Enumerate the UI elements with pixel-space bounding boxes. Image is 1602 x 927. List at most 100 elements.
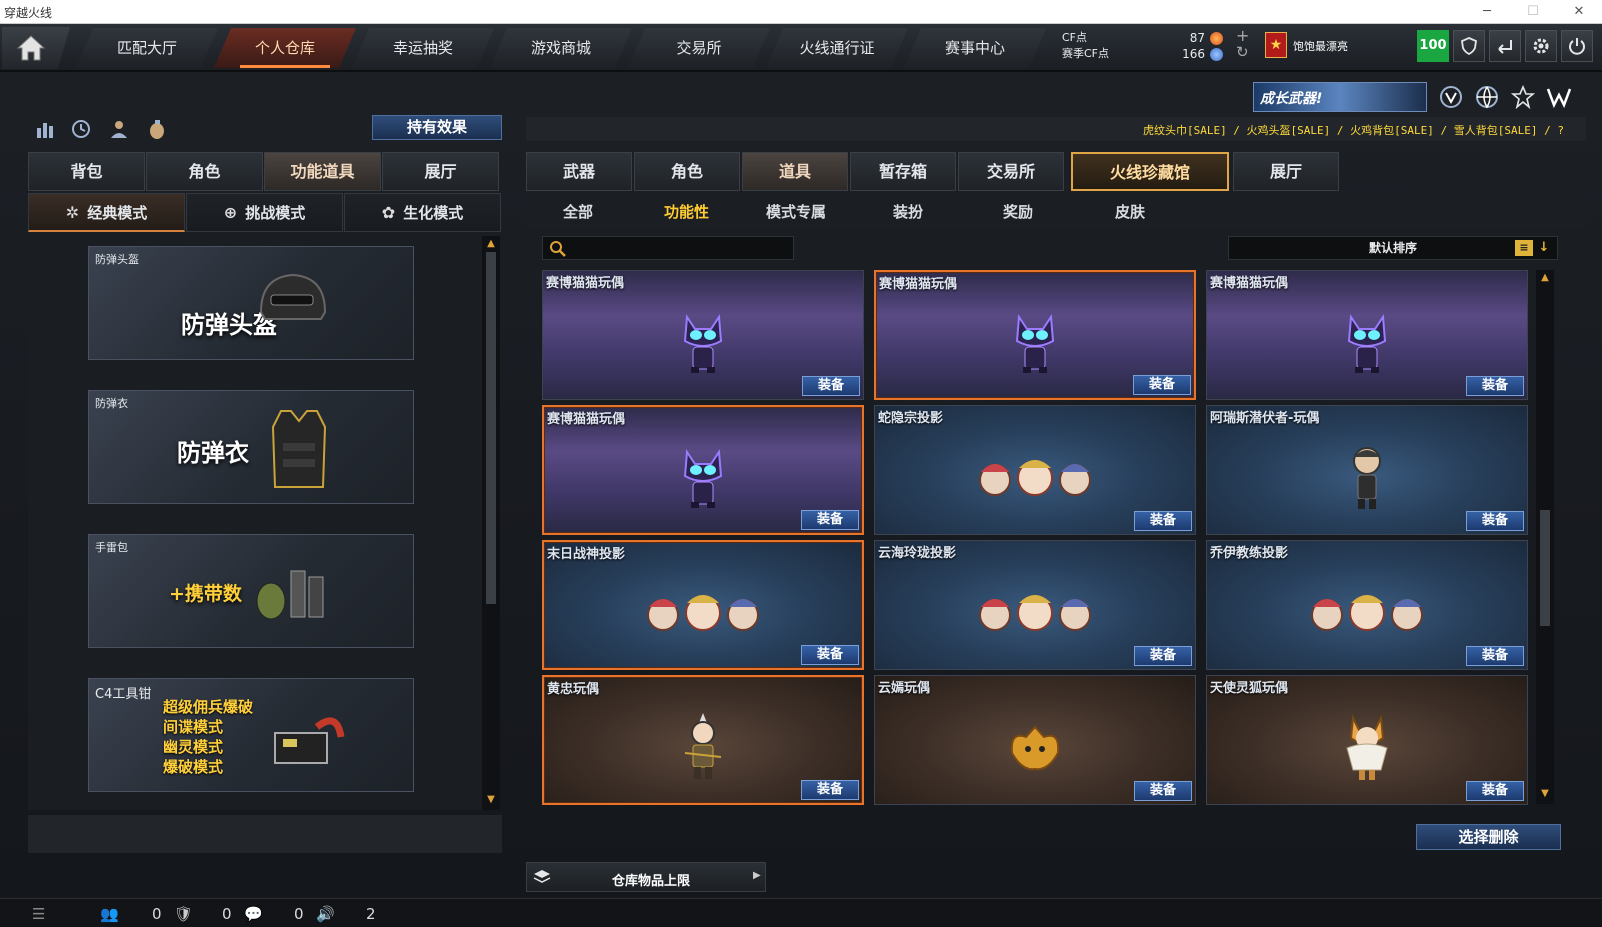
scroll-up-icon[interactable]: ▲ bbox=[1538, 272, 1552, 284]
badge-star-icon[interactable] bbox=[1510, 84, 1536, 110]
equip-button[interactable]: 装备 bbox=[1134, 511, 1192, 531]
settings-button[interactable] bbox=[1525, 30, 1557, 62]
item-card[interactable]: 赛博猫猫玩偶 装备 bbox=[542, 405, 864, 535]
subtab[interactable]: 奖励 bbox=[1003, 201, 1033, 222]
mode-tab[interactable]: ⊕ 挑战模式 bbox=[186, 193, 343, 232]
return-button[interactable] bbox=[1489, 30, 1521, 62]
equip-button[interactable]: 装备 bbox=[1466, 646, 1524, 666]
menu-list-icon[interactable]: ☰ bbox=[32, 905, 45, 923]
badge-v-icon[interactable] bbox=[1438, 84, 1464, 110]
home-button[interactable] bbox=[2, 27, 70, 69]
minimize-icon[interactable]: ─ bbox=[1464, 0, 1510, 24]
item-card[interactable]: 阿瑞斯潜伏者-玩偶 装备 bbox=[1206, 405, 1528, 535]
left-tab[interactable]: 角色 bbox=[146, 152, 263, 191]
nav-tab[interactable]: 赛事中心 bbox=[904, 28, 1046, 68]
list-item-helmet[interactable]: 防弹头盔 防弹头盔 bbox=[88, 246, 414, 360]
sort-dropdown[interactable]: 默认排序 ≡ ↓ bbox=[1228, 236, 1558, 260]
right-tab[interactable]: 道具 bbox=[742, 152, 848, 191]
item-card[interactable]: 天使灵狐玩偶装备 bbox=[1206, 675, 1528, 805]
scroll-up-icon[interactable]: ▲ bbox=[484, 238, 498, 250]
list-view-icon[interactable]: ≡ bbox=[1515, 240, 1533, 256]
item-card[interactable]: 赛博猫猫玩偶 装备 bbox=[874, 270, 1196, 400]
nav-tab[interactable]: 火线通行证 bbox=[766, 28, 908, 68]
list-item-c4-tool[interactable]: C4工具钳 超级佣兵爆破 间谍模式 幽灵模式 爆破模式 bbox=[88, 678, 414, 792]
equip-button[interactable]: 装备 bbox=[802, 376, 860, 396]
nav-tab[interactable]: 幸运抽奖 bbox=[352, 28, 494, 68]
scroll-down-icon[interactable]: ▼ bbox=[484, 794, 498, 806]
select-delete-button[interactable]: 选择删除 bbox=[1416, 824, 1561, 850]
friends-icon[interactable]: 👥 bbox=[100, 905, 119, 923]
badge-globe-icon[interactable] bbox=[1474, 84, 1500, 110]
equip-button[interactable]: 装备 bbox=[1134, 781, 1192, 801]
item-card[interactable]: 云嫣玩偶 装备 bbox=[874, 675, 1196, 805]
item-card[interactable]: 末日战神投影 装备 bbox=[542, 540, 864, 670]
right-tab[interactable]: 交易所 bbox=[958, 152, 1064, 191]
equip-button[interactable]: 装备 bbox=[1134, 646, 1192, 666]
nav-tab[interactable]: 游戏商城 bbox=[490, 28, 632, 68]
equip-button[interactable]: 装备 bbox=[1466, 376, 1524, 396]
shield-button[interactable] bbox=[1453, 30, 1485, 62]
speaker-icon[interactable]: 🔊 bbox=[316, 905, 335, 923]
subtab[interactable]: 全部 bbox=[563, 201, 593, 222]
storage-limit-bar[interactable]: 仓库物品上限 ▶ bbox=[526, 862, 766, 892]
item-card[interactable]: 云海玲珑投影 装备 bbox=[874, 540, 1196, 670]
equip-button[interactable]: 装备 bbox=[1133, 375, 1191, 395]
right-tab[interactable]: 暂存箱 bbox=[850, 152, 956, 191]
equip-button[interactable]: 装备 bbox=[1466, 511, 1524, 531]
mode-tab[interactable]: ✲ 经典模式 bbox=[28, 193, 185, 232]
scroll-down-icon[interactable]: ▼ bbox=[1538, 788, 1552, 800]
nav-tab[interactable]: 匹配大厅 bbox=[76, 28, 218, 68]
equip-button[interactable]: 装备 bbox=[801, 510, 859, 530]
item-card[interactable]: 乔伊教练投影 装备 bbox=[1206, 540, 1528, 670]
subtab[interactable]: 皮肤 bbox=[1115, 201, 1145, 222]
item-card[interactable]: 蛇隐宗投影 装备 bbox=[874, 405, 1196, 535]
expand-arrow-icon[interactable]: ▶ bbox=[753, 870, 761, 881]
level-badge: 100 bbox=[1417, 30, 1449, 62]
search-input[interactable] bbox=[542, 236, 794, 260]
subtab[interactable]: 模式专属 bbox=[766, 201, 826, 222]
maximize-icon[interactable]: ☐ bbox=[1510, 0, 1556, 24]
right-tab[interactable]: 角色 bbox=[634, 152, 740, 191]
clan-icon[interactable]: 🛡 bbox=[174, 905, 193, 923]
scroll-thumb[interactable] bbox=[1540, 510, 1550, 626]
item-card-name: 天使灵狐玩偶 bbox=[1210, 681, 1289, 696]
chat-icon[interactable]: 💬 bbox=[244, 905, 263, 923]
equip-button[interactable]: 装备 bbox=[1466, 781, 1524, 801]
item-card[interactable]: 赛博猫猫玩偶 装备 bbox=[542, 270, 864, 400]
mode-tab[interactable]: ✿ 生化模式 bbox=[344, 193, 501, 232]
sale-ticker[interactable]: 虎纹头巾[SALE] / 火鸡头盔[SALE] / 火鸡背包[SALE] / 雪… bbox=[526, 117, 1586, 141]
scroll-thumb[interactable] bbox=[486, 252, 496, 604]
challenge-mode-icon: ⊕ bbox=[223, 203, 238, 222]
power-button[interactable] bbox=[1561, 30, 1593, 62]
player-name: 饱饱最漂亮 bbox=[1293, 40, 1348, 53]
equip-button[interactable]: 装备 bbox=[801, 780, 859, 800]
grenade-tool-icon[interactable] bbox=[144, 116, 170, 142]
right-tab[interactable]: 火线珍藏馆 bbox=[1071, 152, 1229, 191]
item-card[interactable]: 赛博猫猫玩偶 装备 bbox=[1206, 270, 1528, 400]
equip-button[interactable]: 装备 bbox=[801, 645, 859, 665]
nav-tab[interactable]: 交易所 bbox=[628, 28, 770, 68]
right-tab[interactable]: 展厅 bbox=[1233, 152, 1339, 191]
item-name: 防弹衣 bbox=[95, 397, 128, 410]
left-tab[interactable]: 功能道具 bbox=[264, 152, 381, 191]
character-tool-icon[interactable] bbox=[106, 116, 132, 142]
left-tab[interactable]: 展厅 bbox=[382, 152, 499, 191]
list-item-vest[interactable]: 防弹衣 防弹衣 bbox=[88, 390, 414, 504]
right-tab[interactable]: 武器 bbox=[526, 152, 632, 191]
stats-icon[interactable] bbox=[32, 116, 58, 142]
right-scrollbar[interactable]: ▲ ▼ bbox=[1536, 270, 1554, 804]
item-card[interactable]: 黄忠玩偶 装备 bbox=[542, 675, 864, 805]
growth-weapon-banner[interactable]: 成长武器! bbox=[1253, 82, 1427, 112]
nav-tab[interactable]: 个人仓库 bbox=[214, 28, 356, 68]
close-icon[interactable]: ✕ bbox=[1556, 0, 1602, 24]
refresh-icon[interactable]: ↻ bbox=[1236, 43, 1249, 61]
list-item-grenade-pack[interactable]: 手雷包 +携带数 bbox=[88, 534, 414, 648]
left-tab[interactable]: 背包 bbox=[28, 152, 145, 191]
left-scrollbar[interactable]: ▲ ▼ bbox=[482, 236, 500, 810]
badge-w-icon[interactable] bbox=[1546, 84, 1572, 110]
subtab[interactable]: 功能性 bbox=[664, 201, 709, 222]
subtab[interactable]: 装扮 bbox=[893, 201, 923, 222]
holding-effect-button[interactable]: 持有效果 bbox=[372, 115, 502, 140]
sort-desc-icon[interactable]: ↓ bbox=[1536, 239, 1552, 257]
history-icon[interactable] bbox=[68, 116, 94, 142]
